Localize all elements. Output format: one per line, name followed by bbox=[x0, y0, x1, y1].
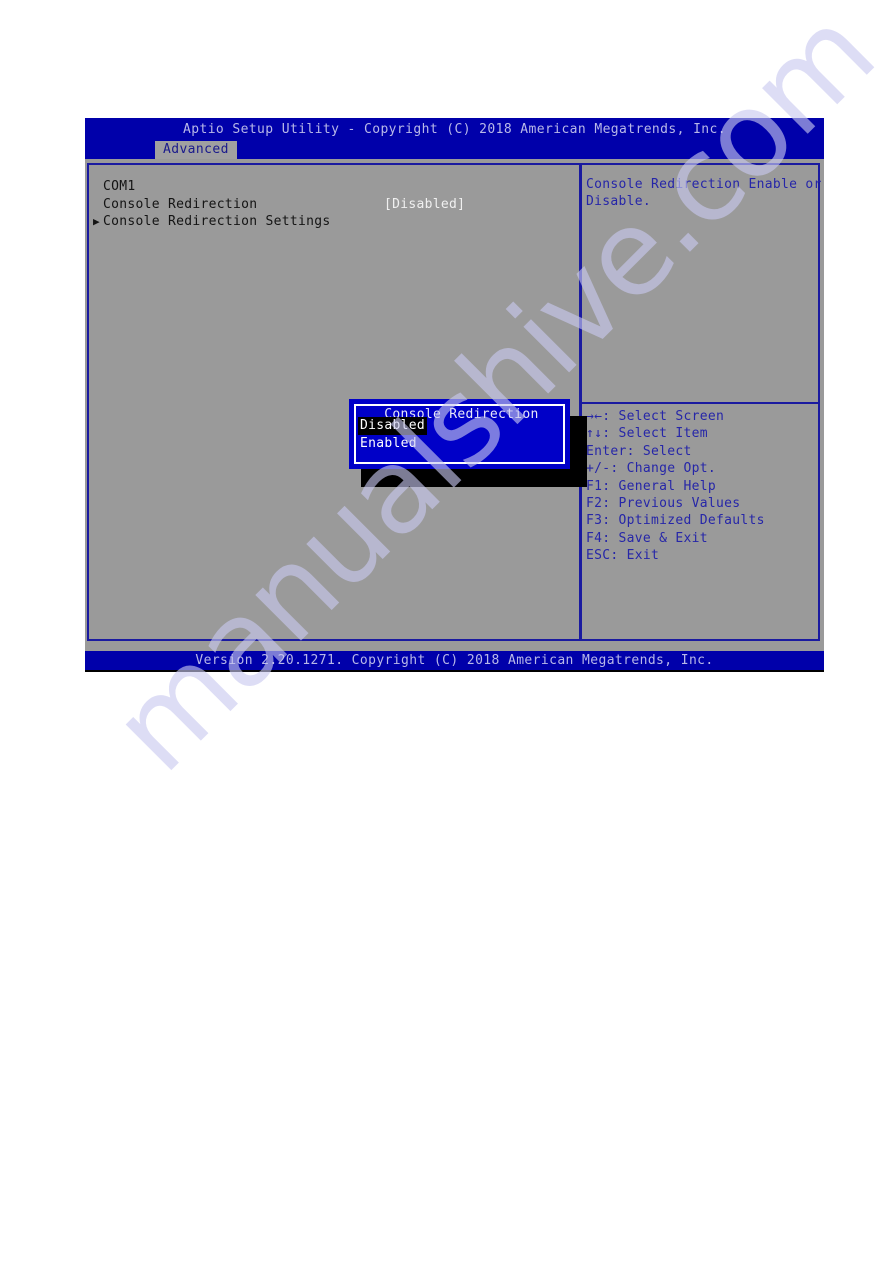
body-region: COM1 Console Redirection [Disabled] ▶ Co… bbox=[85, 159, 824, 651]
menu-item-label: Console Redirection Settings bbox=[103, 214, 331, 229]
console-redirection-dialog[interactable]: Console Redirection Disabled Enabled bbox=[349, 399, 570, 469]
key-legend-item: F3: Optimized Defaults bbox=[586, 513, 765, 529]
help-pane: Console Redirection Enable or Disable. →… bbox=[582, 165, 822, 639]
help-text-line: Disable. bbox=[586, 194, 652, 209]
key-legend-item: ↑↓: Select Item bbox=[586, 426, 708, 442]
menu-item-label: Console Redirection bbox=[103, 197, 258, 212]
title-bar: Aptio Setup Utility - Copyright (C) 2018… bbox=[85, 118, 824, 141]
key-legend: →←: Select Screen ↑↓: Select Item Enter:… bbox=[586, 408, 816, 565]
key-legend-item: F1: General Help bbox=[586, 478, 717, 494]
help-separator bbox=[582, 402, 819, 404]
submenu-arrow-icon: ▶ bbox=[93, 215, 100, 228]
key-legend-item: Enter: Select bbox=[586, 443, 692, 459]
dialog-option-row[interactable]: Enabled bbox=[358, 432, 563, 453]
content-box: COM1 Console Redirection [Disabled] ▶ Co… bbox=[87, 163, 822, 641]
tab-strip: Advanced bbox=[85, 141, 824, 159]
key-legend-item: +/-: Change Opt. bbox=[586, 461, 717, 477]
dialog-option-list: Disabled Enabled bbox=[358, 414, 563, 453]
menu-item-console-redirection-settings[interactable]: ▶ Console Redirection Settings bbox=[93, 213, 569, 230]
key-legend-item: →←: Select Screen bbox=[586, 409, 725, 424]
menu-item-com1: COM1 bbox=[103, 178, 569, 195]
key-legend-item: F2: Previous Values bbox=[586, 496, 741, 512]
dialog-option-row[interactable]: Disabled bbox=[358, 414, 563, 435]
dialog-option-enabled[interactable]: Enabled bbox=[358, 435, 419, 453]
menu-item-label: COM1 bbox=[103, 179, 136, 194]
footer-bar: Version 2.20.1271. Copyright (C) 2018 Am… bbox=[85, 651, 824, 670]
tab-advanced[interactable]: Advanced bbox=[155, 141, 237, 159]
bios-setup-screen: Aptio Setup Utility - Copyright (C) 2018… bbox=[85, 118, 824, 672]
help-text-line: Console Redirection Enable or bbox=[586, 177, 822, 192]
menu-item-console-redirection[interactable]: Console Redirection [Disabled] bbox=[103, 196, 569, 213]
key-legend-item: ESC: Exit bbox=[586, 548, 660, 564]
key-legend-item: F4: Save & Exit bbox=[586, 530, 708, 546]
footer-underline bbox=[85, 670, 824, 672]
menu-item-value[interactable]: [Disabled] bbox=[384, 196, 465, 213]
